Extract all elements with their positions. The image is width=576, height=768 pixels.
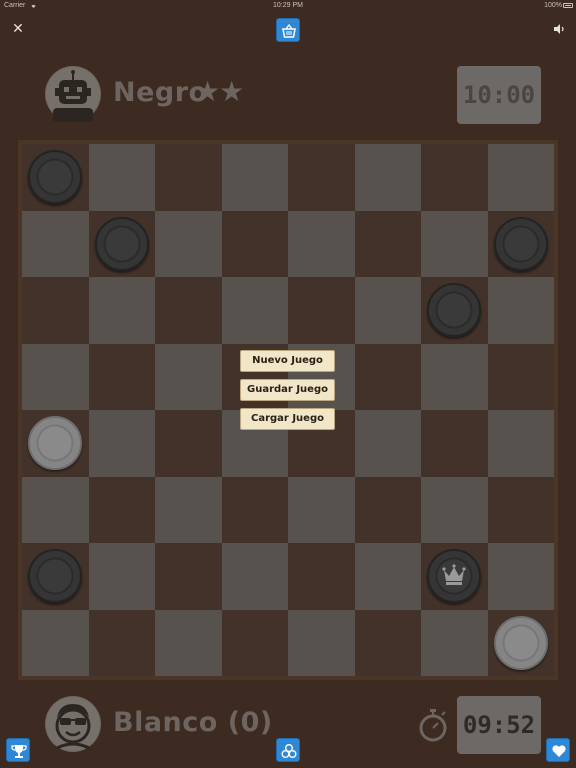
- board-square[interactable]: [288, 543, 355, 610]
- new-game-button[interactable]: Nuevo Juego: [240, 350, 335, 372]
- status-bar: Carrier 10:29 PM 100%: [0, 0, 576, 12]
- crown-icon: [442, 564, 466, 586]
- board-square[interactable]: [421, 144, 488, 211]
- board-square[interactable]: [22, 609, 89, 676]
- store-button[interactable]: [276, 18, 300, 42]
- board-square[interactable]: [421, 210, 488, 277]
- circles-icon: [281, 744, 297, 758]
- board-square[interactable]: [155, 609, 222, 676]
- board-square[interactable]: [22, 210, 89, 277]
- board-square[interactable]: [221, 609, 288, 676]
- board-square[interactable]: [487, 343, 554, 410]
- board-square[interactable]: [155, 343, 222, 410]
- board-square[interactable]: [288, 277, 355, 344]
- board-square[interactable]: [354, 277, 421, 344]
- board-square[interactable]: [88, 476, 155, 543]
- board-square[interactable]: [354, 210, 421, 277]
- board-square[interactable]: [421, 476, 488, 543]
- board-square[interactable]: [155, 210, 222, 277]
- board-square[interactable]: [354, 609, 421, 676]
- board-square[interactable]: [88, 277, 155, 344]
- board-square[interactable]: [88, 343, 155, 410]
- board-square[interactable]: [22, 476, 89, 543]
- black-piece[interactable]: [94, 216, 149, 271]
- board-square[interactable]: [288, 476, 355, 543]
- board-square[interactable]: [88, 609, 155, 676]
- board-square[interactable]: [288, 144, 355, 211]
- board-square[interactable]: [487, 543, 554, 610]
- favorite-button[interactable]: [546, 738, 570, 762]
- board-square[interactable]: [221, 144, 288, 211]
- board-square[interactable]: [221, 543, 288, 610]
- robot-avatar-icon: [46, 67, 100, 122]
- stopwatch-icon: [419, 709, 447, 742]
- board-square[interactable]: [155, 144, 222, 211]
- pieces-button[interactable]: [276, 738, 300, 762]
- status-time: 10:29 PM: [273, 2, 303, 9]
- battery-percent: 100%: [544, 2, 562, 9]
- player-timer: 09:52: [457, 696, 541, 754]
- board-square[interactable]: [155, 543, 222, 610]
- board-square[interactable]: [221, 210, 288, 277]
- white-piece[interactable]: [493, 615, 548, 670]
- board-square[interactable]: [354, 543, 421, 610]
- board-square[interactable]: [88, 410, 155, 477]
- board-square[interactable]: [421, 410, 488, 477]
- black-king-piece[interactable]: [427, 549, 482, 604]
- difficulty-stars: ★★: [195, 75, 244, 108]
- opponent-timer: 10:00: [457, 66, 541, 124]
- board-square[interactable]: [288, 609, 355, 676]
- board-square[interactable]: [155, 277, 222, 344]
- board-square[interactable]: [155, 410, 222, 477]
- board-square[interactable]: [155, 476, 222, 543]
- battery-icon: [563, 3, 573, 8]
- board-square[interactable]: [22, 343, 89, 410]
- close-icon[interactable]: ✕: [11, 22, 25, 36]
- board-square[interactable]: [421, 609, 488, 676]
- board-square[interactable]: [487, 410, 554, 477]
- player-name: Blanco (0): [113, 707, 273, 738]
- board-square[interactable]: [354, 343, 421, 410]
- opponent-avatar: [45, 66, 101, 122]
- board-square[interactable]: [221, 277, 288, 344]
- save-game-button[interactable]: Guardar Juego: [240, 379, 335, 401]
- board-square[interactable]: [421, 343, 488, 410]
- basket-icon: [282, 23, 296, 38]
- load-game-button[interactable]: Cargar Juego: [240, 408, 335, 430]
- board-square[interactable]: [354, 476, 421, 543]
- player-avatar: [45, 696, 101, 752]
- sunglasses-avatar-icon: [46, 697, 100, 751]
- black-piece[interactable]: [493, 216, 548, 271]
- speaker-icon[interactable]: [552, 22, 566, 36]
- board-square[interactable]: [88, 144, 155, 211]
- board-square[interactable]: [88, 543, 155, 610]
- board-square[interactable]: [22, 277, 89, 344]
- trophy-icon: [11, 745, 27, 758]
- game-menu: Nuevo Juego Guardar Juego Cargar Juego: [240, 350, 336, 437]
- board-square[interactable]: [221, 476, 288, 543]
- board-square[interactable]: [487, 144, 554, 211]
- board-square[interactable]: [354, 410, 421, 477]
- trophy-button[interactable]: [6, 738, 30, 762]
- board-square[interactable]: [487, 277, 554, 344]
- opponent-name: Negro: [113, 77, 208, 108]
- heart-icon: [552, 745, 566, 757]
- board-square[interactable]: [354, 144, 421, 211]
- board-square[interactable]: [288, 210, 355, 277]
- board-square[interactable]: [487, 476, 554, 543]
